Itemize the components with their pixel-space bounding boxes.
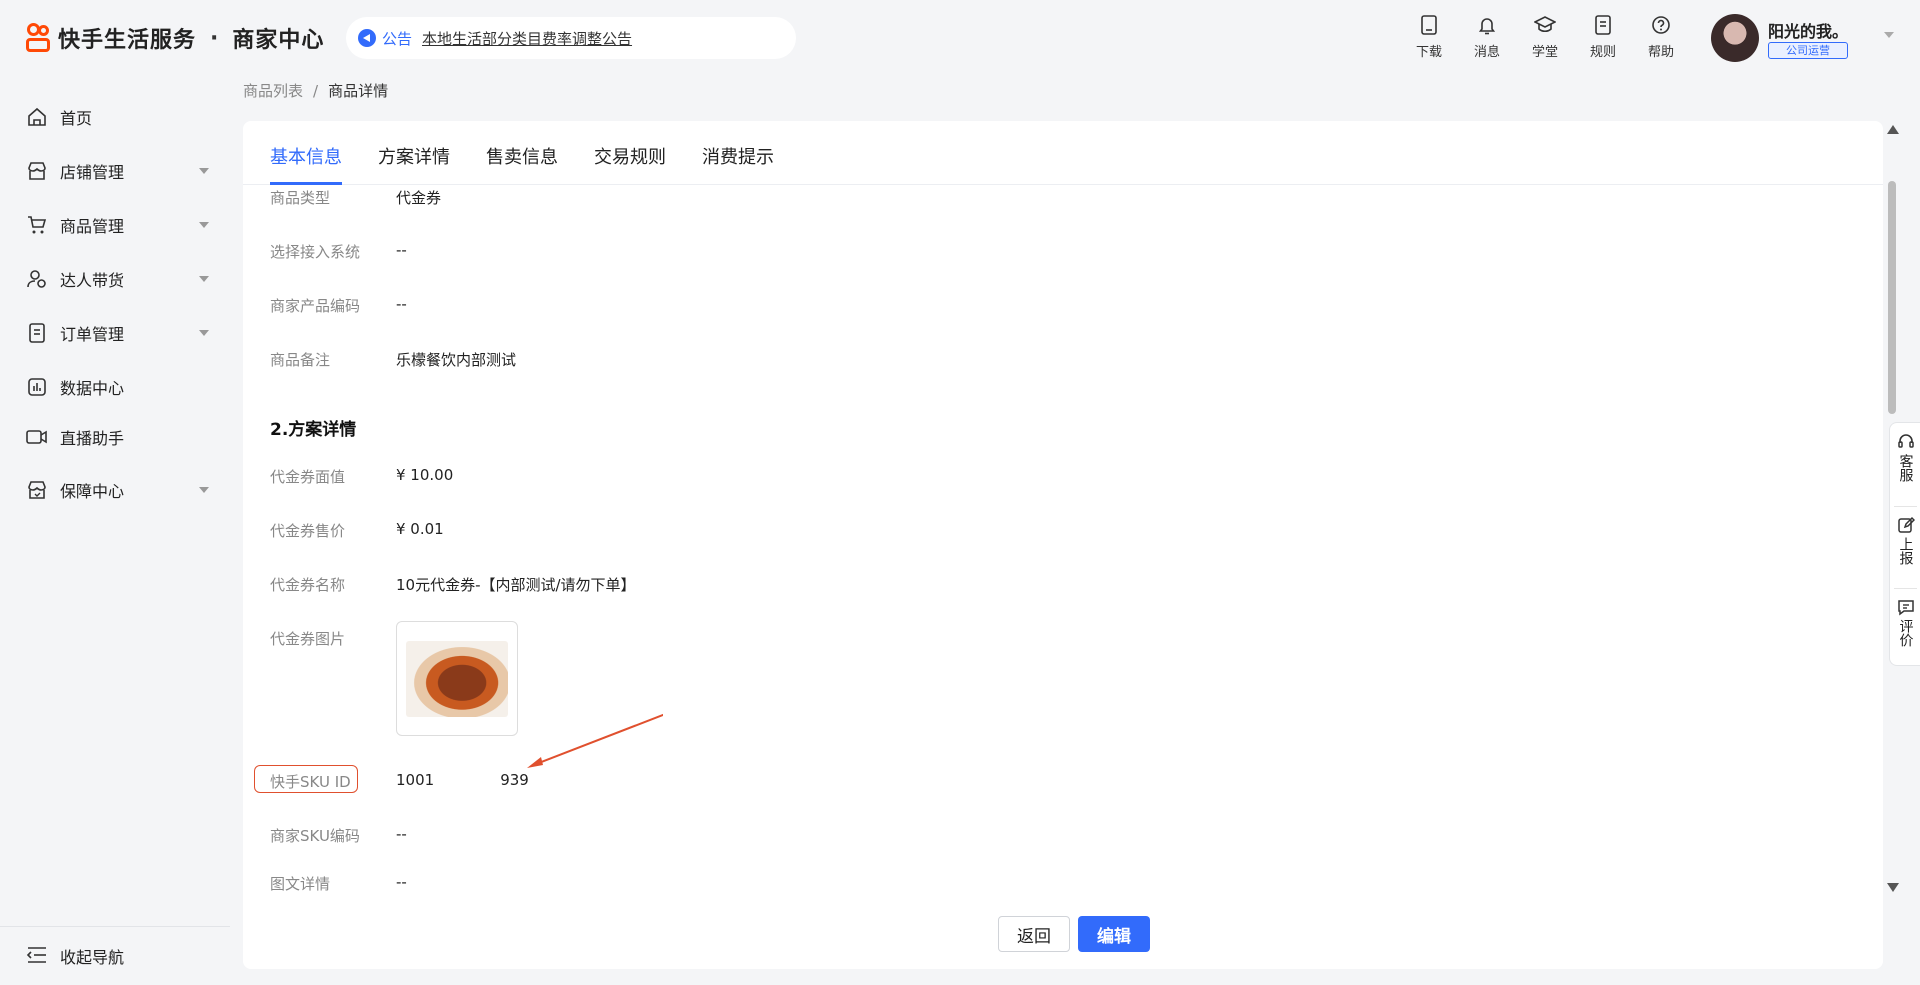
help-circle-icon [1650,14,1672,36]
food-photo [406,641,508,717]
sidebar-item-orders[interactable]: 订单管理 [26,318,211,348]
scrollbar-thumb[interactable] [1888,181,1896,414]
tab-plan-details[interactable]: 方案详情 [378,143,450,169]
scroll-down-arrow-icon[interactable] [1887,883,1899,892]
tool-academy[interactable]: 学堂 [1516,14,1574,60]
brand-center: 商家中心 [232,28,325,53]
customer-service-button[interactable]: 客服 [1890,433,1920,482]
chevron-down-icon [199,222,209,228]
active-tab-indicator [270,182,342,185]
breadcrumb: 商品列表 / 商品详情 [243,80,388,101]
sidebar-footer: 收起导航 [0,926,230,985]
comment-icon [1897,598,1915,616]
shield-icon [26,479,48,501]
kuaishou-logo-icon [26,23,52,53]
sidebar-item-security[interactable]: 保障中心 [26,475,211,505]
collapse-menu-icon [26,945,48,967]
report-button[interactable]: 上报 [1890,516,1920,565]
chevron-down-icon [199,168,209,174]
back-button[interactable]: 返回 [998,916,1070,952]
chevron-down-icon [199,330,209,336]
sidebar-item-data[interactable]: 数据中心 [26,372,211,402]
sku-id-prefix: 1001 [396,771,435,789]
announcement-label: 公告 [382,29,413,48]
tab-basic-info[interactable]: 基本信息 [270,143,342,169]
headset-icon [1897,433,1915,451]
sidebar: 首页 店铺管理 商品管理 达人带货 订单管理 数据中心 直播助手 保障中心 收起… [0,78,230,985]
sidebar-item-store[interactable]: 店铺管理 [26,156,211,186]
chevron-down-icon [199,487,209,493]
announcement-icon [358,29,376,47]
header-tools: 下载 消息 学堂 规则 帮助 [1400,14,1690,60]
rules-doc-icon [1592,14,1614,36]
edit-report-icon [1897,516,1915,534]
scroll-up-arrow-icon[interactable] [1887,125,1899,134]
avatar[interactable] [1711,14,1759,62]
home-icon [26,106,48,128]
tool-help[interactable]: 帮助 [1632,14,1690,60]
sidebar-item-home[interactable]: 首页 [26,102,211,132]
chevron-down-icon [199,276,209,282]
breadcrumb-separator: / [313,82,319,100]
float-panel-divider [1894,506,1917,507]
floating-service-panel: 客服 上报 评价 [1889,422,1920,666]
download-icon [1418,14,1440,36]
user-menu-caret-icon[interactable] [1884,32,1894,38]
brand-name: 快手生活服务 [58,28,197,53]
voucher-image-thumbnail[interactable] [396,621,518,736]
sidebar-item-products[interactable]: 商品管理 [26,210,211,240]
tool-rules[interactable]: 规则 [1574,14,1632,60]
tab-sale-info[interactable]: 售卖信息 [486,143,558,169]
video-icon [26,426,48,448]
sidebar-item-influencer[interactable]: 达人带货 [26,264,211,294]
collapse-nav-button[interactable]: 收起导航 [26,944,124,968]
sku-id-suffix: 939 [500,771,529,789]
tool-download[interactable]: 下载 [1400,14,1458,60]
influencer-icon [26,268,48,290]
top-header: 快手生活服务 · 商家中心 公告 本地生活部分类目费率调整公告 下载 消息 学堂 [0,0,1920,78]
tab-trade-rules[interactable]: 交易规则 [594,143,666,169]
announcement-link[interactable]: 本地生活部分类目费率调整公告 [422,28,632,49]
product-detail-card: 基本信息 方案详情 售卖信息 交易规则 消费提示 商品类型 代金券 选择接入系统… [243,121,1883,969]
graduation-cap-icon [1534,14,1556,36]
store-icon [26,160,48,182]
user-name[interactable]: 阳光的我。 [1768,18,1848,42]
chart-icon [26,376,48,398]
section-title-plan-details: 2.方案详情 [270,420,357,440]
brand-separator: · [210,25,219,51]
tab-consumer-tips[interactable]: 消费提示 [702,143,774,169]
order-icon [26,322,48,344]
detail-tabs: 基本信息 方案详情 售卖信息 交易规则 消费提示 [243,121,1883,185]
review-button[interactable]: 评价 [1890,598,1920,647]
announcement-bar[interactable]: 公告 本地生活部分类目费率调整公告 [346,17,796,59]
sidebar-item-live[interactable]: 直播助手 [26,422,211,452]
edit-button[interactable]: 编辑 [1078,916,1150,952]
float-panel-divider [1894,588,1917,589]
annotation-arrow [527,713,663,768]
tool-messages[interactable]: 消息 [1458,14,1516,60]
bell-icon [1476,14,1498,36]
user-role-badge: 公司运营 [1768,42,1848,59]
breadcrumb-current: 商品详情 [328,82,389,100]
breadcrumb-parent[interactable]: 商品列表 [243,82,303,100]
cart-icon [26,214,48,236]
brand-logo[interactable]: 快手生活服务 · 商家中心 [26,22,324,54]
